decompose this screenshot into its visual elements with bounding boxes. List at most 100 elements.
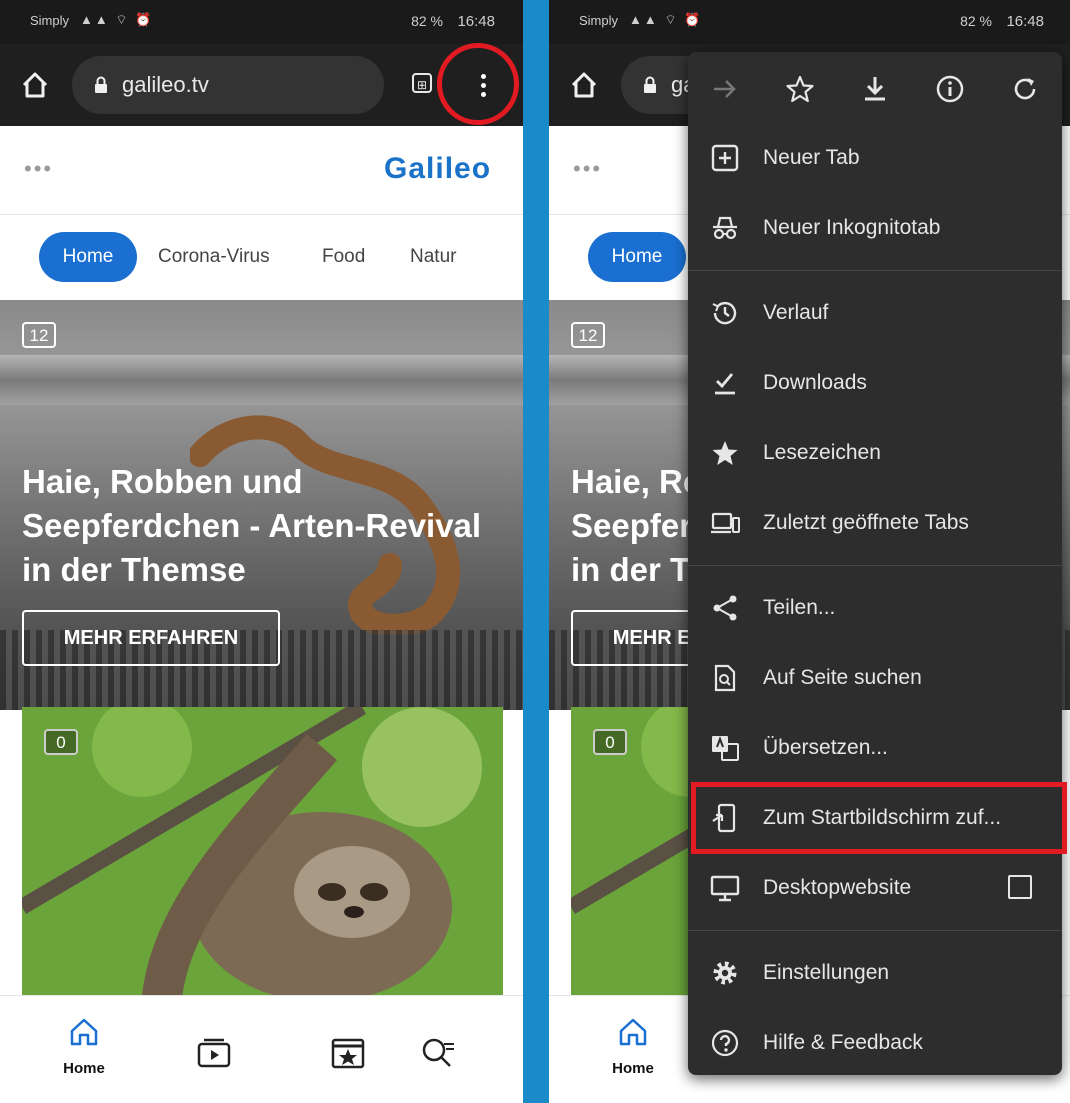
- search-list-icon: [422, 1038, 454, 1067]
- browser-overflow-menu: Neuer Tab Neuer Inkognitotab Verlauf Dow…: [688, 52, 1062, 1075]
- menu-item-settings[interactable]: Einstellungen: [688, 940, 1062, 1006]
- menu-item-label: Zuletzt geöffnete Tabs: [763, 511, 969, 534]
- forward-icon[interactable]: [710, 74, 740, 104]
- mehr-erfahren-button[interactable]: MEHR ERFAHREN: [22, 610, 280, 666]
- menu-item-label: Verlauf: [763, 301, 829, 324]
- menu-item-bookmarks[interactable]: Lesezeichen: [688, 420, 1062, 486]
- new-tab-icon: [711, 144, 739, 172]
- find-in-page-icon: [714, 664, 736, 692]
- menu-item-history[interactable]: Verlauf: [688, 280, 1062, 346]
- reload-icon[interactable]: [1010, 74, 1040, 104]
- menu-item-downloads[interactable]: Downloads: [688, 350, 1062, 416]
- menu-item-desktop-site[interactable]: Desktopwebsite: [688, 855, 1062, 921]
- menu-item-label: Hilfe & Feedback: [763, 1031, 923, 1054]
- calendar-star-icon: [331, 1038, 365, 1069]
- menu-item-label: Downloads: [763, 371, 867, 394]
- history-icon: [712, 301, 737, 325]
- bottom-nav-home[interactable]: Home: [54, 1016, 114, 1086]
- star-icon[interactable]: [785, 74, 815, 104]
- nav-food[interactable]: Food: [322, 232, 365, 282]
- bookmark-star-icon: [712, 441, 738, 465]
- clock: 16:48: [457, 13, 495, 30]
- phone-screen-left: Simply ▲▲ ⌔ ⏰ 82 % 16:48 galileo.tv ⊞ ••…: [0, 0, 523, 1103]
- menu-item-new-tab[interactable]: Neuer Tab: [688, 125, 1062, 191]
- clock: 16:48: [1006, 13, 1044, 30]
- menu-item-recent-tabs[interactable]: Zuletzt geöffnete Tabs: [688, 490, 1062, 556]
- downloads-icon: [715, 373, 735, 395]
- share-icon: [713, 595, 737, 621]
- menu-item-label: Einstellungen: [763, 961, 890, 984]
- menu-divider: [688, 930, 1062, 931]
- menu-item-label: Übersetzen...: [763, 736, 888, 759]
- menu-item-label: Auf Seite suchen: [763, 666, 922, 689]
- menu-item-label: Neuer Tab: [763, 146, 860, 169]
- lock-icon: [95, 76, 107, 93]
- site-menu-dots-icon[interactable]: •••: [573, 156, 602, 182]
- lock-icon: [644, 76, 656, 93]
- menu-item-share[interactable]: Teilen...: [688, 575, 1062, 641]
- bottom-navigation: Home: [0, 995, 523, 1103]
- bottom-nav-videos[interactable]: [184, 1016, 244, 1086]
- bottom-nav-home-label: Home: [63, 1060, 105, 1077]
- signal-icons: ▲▲ ⌔ ⏰: [80, 12, 154, 27]
- battery-level: 82 %: [411, 13, 443, 29]
- menu-item-incognito[interactable]: Neuer Inkognitotab: [688, 195, 1062, 261]
- translate-icon: [712, 736, 739, 761]
- nav-home[interactable]: Home: [39, 232, 137, 282]
- article-card[interactable]: 0: [22, 707, 503, 995]
- site-menu-dots-icon[interactable]: •••: [24, 156, 53, 182]
- address-bar[interactable]: galileo.tv: [72, 56, 384, 114]
- hero-article[interactable]: 12 Haie, Robben und Seepferdchen - Arten…: [0, 300, 523, 710]
- tab-switcher-button[interactable]: ⊞: [412, 73, 432, 93]
- sloth-image: [22, 707, 503, 995]
- home-outline-icon: [619, 1018, 647, 1046]
- category-nav: Home Corona-Virus Food Natur: [0, 215, 523, 299]
- highlight-rectangle: [691, 782, 1067, 854]
- menu-item-label: Desktopwebsite: [763, 876, 912, 899]
- home-outline-icon: [70, 1018, 98, 1046]
- menu-item-label: Neuer Inkognitotab: [763, 216, 941, 239]
- nav-home[interactable]: Home: [588, 232, 686, 282]
- age-rating-badge: 12: [571, 322, 605, 348]
- nav-natur[interactable]: Natur: [410, 232, 456, 282]
- download-icon[interactable]: [860, 74, 890, 104]
- hero-title[interactable]: Haie, Robben und Seepferdchen - Arten-Re…: [22, 460, 492, 592]
- bottom-nav-home-label: Home: [612, 1060, 654, 1077]
- carrier-name: Simply: [30, 13, 70, 28]
- bottom-nav-favorites[interactable]: [318, 1016, 378, 1086]
- video-library-icon: [197, 1038, 231, 1068]
- settings-gear-icon: [713, 961, 737, 985]
- menu-item-find-in-page[interactable]: Auf Seite suchen: [688, 645, 1062, 711]
- menu-divider: [688, 565, 1062, 566]
- nav-corona-virus[interactable]: Corona-Virus: [158, 232, 270, 282]
- highlight-circle: [437, 43, 519, 125]
- help-icon: [711, 1029, 739, 1057]
- status-bar: Simply ▲▲ ⌔ ⏰ 82 % 16:48: [549, 0, 1070, 44]
- url-text: galileo.tv: [122, 72, 209, 97]
- signal-icons: ▲▲ ⌔ ⏰: [629, 12, 703, 27]
- hero-image-ruler: [0, 355, 523, 405]
- home-icon[interactable]: [20, 70, 50, 100]
- info-icon[interactable]: [935, 74, 965, 104]
- galileo-logo[interactable]: Galileo: [384, 152, 491, 186]
- status-bar: Simply ▲▲ ⌔ ⏰ 82 % 16:48: [0, 0, 523, 44]
- menu-item-label: Teilen...: [763, 596, 836, 619]
- home-icon[interactable]: [569, 70, 599, 100]
- age-rating-badge: 0: [593, 729, 627, 755]
- incognito-icon: [713, 216, 737, 240]
- recent-tabs-icon: [711, 512, 740, 534]
- menu-divider: [688, 270, 1062, 271]
- desktop-icon: [710, 875, 740, 902]
- bottom-nav-home[interactable]: Home: [603, 1016, 663, 1086]
- bottom-nav-search[interactable]: [410, 1016, 470, 1086]
- age-rating-badge: 0: [44, 729, 78, 755]
- desktop-site-checkbox[interactable]: [1008, 875, 1032, 899]
- menu-toolbar: [688, 52, 1062, 124]
- menu-item-help-feedback[interactable]: Hilfe & Feedback: [688, 1010, 1062, 1075]
- menu-item-label: Lesezeichen: [763, 441, 881, 464]
- age-rating-badge: 12: [22, 322, 56, 348]
- site-header: ••• Galileo: [0, 126, 523, 215]
- carrier-name: Simply: [579, 13, 619, 28]
- battery-level: 82 %: [960, 13, 992, 29]
- menu-item-translate[interactable]: Übersetzen...: [688, 715, 1062, 781]
